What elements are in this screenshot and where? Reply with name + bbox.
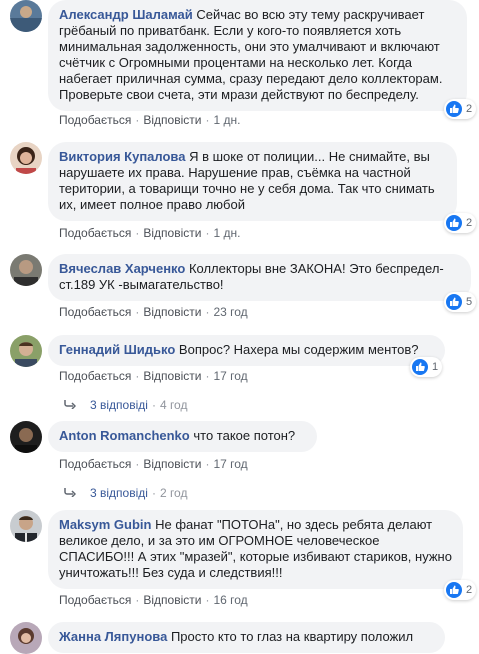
reply-button[interactable]: Відповісти <box>143 369 201 383</box>
comment-time[interactable]: 1 дн. <box>213 113 240 127</box>
comment-author[interactable]: Жанна Ляпунова <box>59 629 167 644</box>
comment-text: Просто кто то глаз на квартиру положил <box>170 629 414 644</box>
separator: · <box>135 113 140 127</box>
comment-bubble: Жанна Ляпунова Просто кто то глаз на ква… <box>48 622 445 653</box>
comment-text: Вопрос? Нахера мы содержим ментов? <box>178 342 419 357</box>
reaction-count[interactable]: 1 <box>410 357 443 377</box>
reply-arrow-icon <box>64 398 77 412</box>
separator: · <box>135 457 140 471</box>
separator: · <box>205 226 210 240</box>
reply-button[interactable]: Відповісти <box>143 457 201 471</box>
thumbs-up-icon <box>446 582 462 598</box>
separator: · <box>135 226 140 240</box>
reply-arrow-icon <box>64 486 77 500</box>
comment-bubble: Вячеслав Харченко Коллекторы вне ЗАКОНА!… <box>48 254 471 301</box>
comment-actions: Подобається · Відповісти · 1 дн. <box>59 226 240 240</box>
comment-author[interactable]: Александр Шаламай <box>59 7 193 22</box>
replies-age: 2 год <box>159 486 188 500</box>
comment-author[interactable]: Maksym Gubin <box>59 517 151 532</box>
avatar[interactable] <box>10 335 42 367</box>
like-button[interactable]: Подобається <box>59 305 131 319</box>
separator: · <box>205 457 210 471</box>
comment-time[interactable]: 16 год <box>213 593 247 607</box>
comment-bubble: Виктория Купалова Я в шоке от полиции...… <box>48 142 457 221</box>
separator: · <box>205 369 210 383</box>
separator: · <box>135 305 140 319</box>
reaction-count[interactable]: 2 <box>444 99 477 119</box>
avatar[interactable] <box>10 622 42 654</box>
comment-author[interactable]: Виктория Купалова <box>59 149 185 164</box>
separator: · <box>151 486 156 500</box>
like-button[interactable]: Подобається <box>59 369 131 383</box>
comment-author[interactable]: Anton Romanchenko <box>59 428 190 443</box>
avatar[interactable] <box>10 510 42 542</box>
comment-text: что такое потон? <box>193 428 296 443</box>
reply-button[interactable]: Відповісти <box>143 593 201 607</box>
like-button[interactable]: Подобається <box>59 226 131 240</box>
like-button[interactable]: Подобається <box>59 593 131 607</box>
separator: · <box>205 113 210 127</box>
reply-button[interactable]: Відповісти <box>143 113 201 127</box>
comment-bubble: Геннадий Шидько Вопрос? Нахера мы содерж… <box>48 335 445 366</box>
replies-count[interactable]: 3 відповіді <box>90 486 148 500</box>
comment-author[interactable]: Геннадий Шидько <box>59 342 175 357</box>
comment-actions: Подобається · Відповісти · 23 год <box>59 305 248 319</box>
thumbs-up-icon <box>446 101 462 117</box>
avatar[interactable] <box>10 142 42 174</box>
comment-time[interactable]: 1 дн. <box>213 226 240 240</box>
like-button[interactable]: Подобається <box>59 457 131 471</box>
comment-time[interactable]: 17 год <box>213 457 247 471</box>
reaction-number: 2 <box>466 103 473 115</box>
comment-actions: Подобається · Відповісти · 17 год <box>59 457 248 471</box>
comment-bubble: Anton Romanchenko что такое потон? <box>48 421 317 452</box>
reaction-count[interactable]: 2 <box>444 580 477 600</box>
separator: · <box>205 305 210 319</box>
reaction-count[interactable]: 2 <box>444 213 477 233</box>
replies-count[interactable]: 3 відповіді <box>90 398 148 412</box>
avatar[interactable] <box>10 0 42 32</box>
avatar[interactable] <box>10 421 42 453</box>
separator: · <box>135 369 140 383</box>
reply-button[interactable]: Відповісти <box>143 305 201 319</box>
view-replies-link[interactable]: 3 відповіді · 2 год <box>64 486 187 500</box>
comment-actions: Подобається · Відповісти · 1 дн. <box>59 113 240 127</box>
view-replies-link[interactable]: 3 відповіді · 4 год <box>64 398 187 412</box>
reply-button[interactable]: Відповісти <box>143 226 201 240</box>
like-button[interactable]: Подобається <box>59 113 131 127</box>
reaction-number: 1 <box>432 361 439 373</box>
comment-author[interactable]: Вячеслав Харченко <box>59 261 185 276</box>
comment-bubble: Maksym Gubin Не фанат "ПОТОНа", но здесь… <box>48 510 463 589</box>
separator: · <box>135 593 140 607</box>
avatar[interactable] <box>10 254 42 286</box>
thumbs-up-icon <box>446 215 462 231</box>
reaction-number: 2 <box>466 217 473 229</box>
thumbs-up-icon <box>446 294 462 310</box>
replies-age: 4 год <box>159 398 188 412</box>
reaction-count[interactable]: 5 <box>444 292 477 312</box>
thumbs-up-icon <box>412 359 428 375</box>
separator: · <box>205 593 210 607</box>
comment-actions: Подобається · Відповісти · 16 год <box>59 593 248 607</box>
comment-time[interactable]: 17 год <box>213 369 247 383</box>
comment-time[interactable]: 23 год <box>213 305 247 319</box>
comment-bubble: Александр Шаламай Сейчас во всю эту тему… <box>48 0 467 111</box>
comment-actions: Подобається · Відповісти · 17 год <box>59 369 248 383</box>
reaction-number: 5 <box>466 296 473 308</box>
separator: · <box>151 398 156 412</box>
reaction-number: 2 <box>466 584 473 596</box>
